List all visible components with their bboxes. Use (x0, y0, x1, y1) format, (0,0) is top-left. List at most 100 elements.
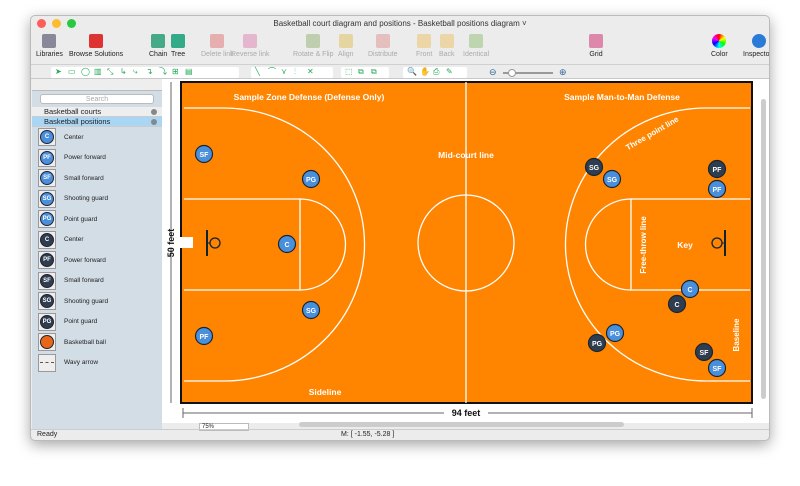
diagram-canvas[interactable]: Sample Zone Defense (Defense Only) Sample… (162, 79, 769, 427)
item-label: Point guard (64, 215, 98, 223)
player-chip: PG (40, 212, 54, 227)
basketball-icon (40, 335, 54, 350)
connector-tools-group[interactable]: ╲ ⌒ ⋎ ⫶ ✕ (251, 67, 333, 78)
toolbar-align-button[interactable]: Align (338, 32, 354, 58)
player-chip: PF (40, 253, 54, 268)
vertical-scrollbar[interactable] (761, 99, 766, 399)
library-item[interactable]: PG Point guard (32, 312, 162, 333)
minimize-button[interactable] (52, 19, 61, 28)
library-item[interactable]: Wavy arrow (32, 353, 162, 374)
item-thumbnail: PG (38, 312, 56, 331)
toolbar-front-button[interactable]: Front (416, 32, 432, 58)
toolbar-color-button[interactable]: Color (711, 32, 728, 58)
player-marker[interactable]: PF (707, 159, 727, 179)
player-marker[interactable]: SG (584, 157, 604, 177)
toolbar-label: Align (338, 51, 354, 58)
player-marker[interactable]: SF (707, 358, 727, 378)
toolbar-browse-solutions-button[interactable]: Browse Solutions (69, 32, 123, 58)
item-thumbnail: SG (38, 189, 56, 208)
player-marker[interactable]: C (680, 279, 700, 299)
item-label: Shooting guard (64, 297, 109, 305)
container-tools-group[interactable]: ⬚ ⧉ ⧉ (341, 67, 389, 78)
player-label: C (284, 242, 289, 249)
toolbar-reverse-link-button[interactable]: Reverse link (231, 32, 270, 58)
toolbar-identical-button[interactable]: Identical (463, 32, 489, 58)
close-button[interactable] (37, 19, 46, 28)
library-item[interactable]: PF Power forward (32, 250, 162, 271)
player-label: C (687, 287, 692, 294)
toolbar-icon (151, 34, 166, 48)
item-thumbnail (38, 353, 56, 372)
player-label: C (674, 302, 679, 309)
item-label: Center (64, 133, 84, 141)
item-thumbnail: SF (38, 169, 56, 188)
zoom-in-icon[interactable]: ⊕ (559, 67, 567, 78)
toolbar-grid-button[interactable]: Grid (589, 32, 603, 58)
toolbar-icon (42, 34, 57, 48)
player-marker[interactable]: SF (194, 144, 214, 164)
toolbar-chain-button[interactable]: Chain (149, 32, 167, 58)
player-marker[interactable]: SG (301, 300, 321, 320)
toolbar-back-button[interactable]: Back (439, 32, 455, 58)
library-item[interactable]: SG Shooting guard (32, 291, 162, 312)
zoom-out-icon[interactable]: ⊖ (489, 67, 497, 78)
player-label: SG (589, 165, 600, 172)
toolbar-label: Inspectors (743, 51, 770, 58)
window-title: Basketball court diagram and positions -… (273, 19, 527, 28)
sidebar-header (32, 79, 162, 91)
library-item[interactable]: SG Shooting guard (32, 189, 162, 210)
player-marker[interactable]: PG (301, 169, 321, 189)
toolbar-delete-link-button[interactable]: Delete link (201, 32, 234, 58)
library-basketball-positions[interactable]: Basketball positions (32, 117, 162, 127)
close-library-icon[interactable] (151, 109, 157, 115)
item-label: Power forward (64, 256, 106, 264)
close-library-icon[interactable] (151, 119, 157, 125)
toolbar-label: Rotate & Flip (293, 51, 334, 58)
toolbar-libraries-button[interactable]: Libraries (36, 32, 63, 58)
player-marker[interactable]: SF (694, 342, 714, 362)
item-label: Small forward (64, 174, 104, 182)
player-marker[interactable]: PF (194, 326, 214, 346)
toolbar-icon (89, 34, 104, 48)
player-marker[interactable]: C (667, 294, 687, 314)
library-item[interactable]: C Center (32, 127, 162, 148)
toolbar-icon (243, 34, 258, 48)
toolbar-tree-button[interactable]: Tree (171, 32, 185, 58)
drawing-tools-group[interactable]: ➤ ▭ ◯ ▥ ⤡ ↳ ⤷ ↴ ⤵ ⊞ ▤ (51, 67, 239, 78)
toolbar-label: Chain (149, 51, 168, 58)
toolbar-icon (210, 34, 225, 48)
player-marker[interactable]: PG (587, 333, 607, 353)
player-marker[interactable]: PG (605, 323, 625, 343)
library-item[interactable]: SF Small forward (32, 271, 162, 292)
toolbar-inspectors-button[interactable]: Inspectors (743, 32, 770, 58)
toolbar-icon (171, 34, 186, 48)
toolbar-label: Libraries (36, 51, 63, 58)
horizontal-scrollbar[interactable] (299, 422, 624, 427)
app-window: Basketball court diagram and positions -… (30, 15, 770, 441)
item-thumbnail: C (38, 230, 56, 249)
item-thumbnail: PF (38, 148, 56, 167)
toolbar-label: Delete link (201, 51, 234, 58)
zoom-slider[interactable] (503, 69, 553, 77)
toolbar-rotate-flip-button[interactable]: Rotate & Flip (293, 32, 333, 58)
zoom-button[interactable] (67, 19, 76, 28)
library-search-input[interactable]: Search (40, 94, 154, 104)
library-item[interactable]: PF Power forward (32, 148, 162, 169)
view-tools-group[interactable]: 🔍 ✋ ⎙ ✎ (403, 67, 467, 78)
player-marker[interactable]: C (277, 234, 297, 254)
toolbar-label: Front (416, 51, 433, 58)
height-label: 50 feet (166, 229, 176, 258)
library-item[interactable]: PG Point guard (32, 209, 162, 230)
player-marker[interactable]: SG (602, 169, 622, 189)
toolbar-label: Reverse link (231, 51, 270, 58)
library-basketball-courts[interactable]: Basketball courts (32, 107, 162, 117)
library-item[interactable]: C Center (32, 230, 162, 251)
player-chip: PG (40, 314, 54, 329)
toolbar-label: Color (711, 51, 728, 58)
toolbar-distribute-button[interactable]: Distribute (368, 32, 398, 58)
library-item[interactable]: Basketball ball (32, 332, 162, 353)
library-item[interactable]: SF Small forward (32, 168, 162, 189)
player-chip: C (40, 232, 54, 247)
player-marker[interactable]: PF (707, 179, 727, 199)
toolbar-icon (338, 34, 353, 48)
